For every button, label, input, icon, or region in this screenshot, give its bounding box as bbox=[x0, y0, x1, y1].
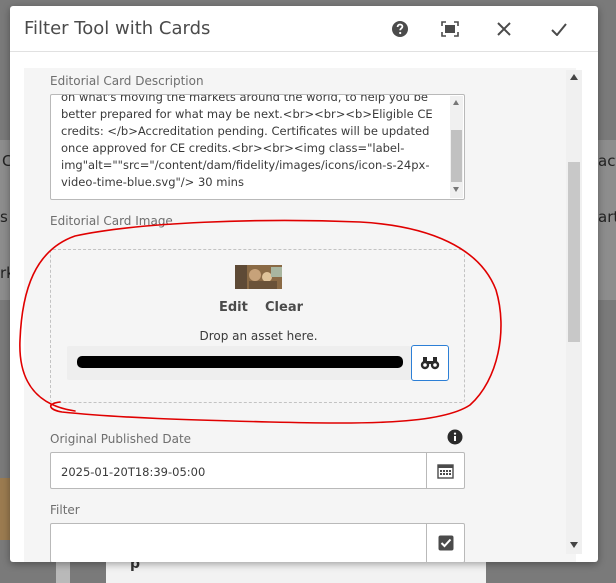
asset-path-input[interactable] bbox=[67, 346, 411, 380]
dialog-body: Editorial Card Description on what's mov… bbox=[24, 68, 576, 562]
dialog-title: Filter Tool with Cards bbox=[24, 18, 211, 39]
textarea-scroll-thumb[interactable] bbox=[451, 130, 462, 182]
edit-asset-button[interactable]: Edit bbox=[219, 300, 248, 315]
image-label: Editorial Card Image bbox=[50, 214, 173, 228]
published-date-info-button[interactable] bbox=[447, 429, 463, 449]
dialog-scroll-thumb[interactable] bbox=[568, 162, 580, 342]
dialog-header: Filter Tool with Cards bbox=[10, 6, 598, 52]
checkmark-icon bbox=[551, 22, 567, 36]
fullscreen-button[interactable] bbox=[436, 15, 464, 43]
binoculars-icon bbox=[420, 357, 440, 370]
close-button[interactable] bbox=[490, 15, 518, 43]
scroll-down-arrow-icon[interactable] bbox=[453, 187, 459, 192]
published-date-value: 2025-01-20T18:39-05:00 bbox=[61, 465, 206, 479]
published-date-input[interactable]: 2025-01-20T18:39-05:00 bbox=[50, 452, 427, 489]
textarea-scrollbar[interactable] bbox=[450, 96, 463, 198]
background-text-fragment: arte bbox=[598, 208, 616, 226]
image-dropzone[interactable]: Edit Clear Drop an asset here. bbox=[50, 249, 465, 403]
scroll-up-arrow-icon[interactable] bbox=[570, 74, 578, 80]
description-label: Editorial Card Description bbox=[50, 74, 204, 88]
clear-asset-button[interactable]: Clear bbox=[265, 300, 303, 315]
background-image bbox=[0, 478, 10, 540]
help-icon bbox=[392, 21, 408, 37]
scroll-down-arrow-icon[interactable] bbox=[570, 542, 578, 548]
asset-thumbnail bbox=[235, 265, 282, 289]
calendar-icon bbox=[437, 463, 454, 479]
help-button[interactable] bbox=[386, 15, 414, 43]
drop-hint: Drop an asset here. bbox=[199, 329, 318, 343]
description-text: on what's moving the markets around the … bbox=[61, 94, 433, 189]
close-icon bbox=[497, 22, 511, 36]
fullscreen-icon bbox=[441, 21, 459, 37]
dialog-scrollbar[interactable] bbox=[566, 70, 582, 554]
description-textarea[interactable]: on what's moving the markets around the … bbox=[50, 94, 465, 200]
dialog: Filter Tool with Cards Editorial Card De… bbox=[10, 6, 598, 562]
done-button[interactable] bbox=[545, 15, 573, 43]
checkbox-checked-icon bbox=[438, 535, 453, 551]
background-text-fragment: act bbox=[598, 152, 616, 170]
scroll-up-arrow-icon[interactable] bbox=[453, 100, 459, 105]
filter-input[interactable] bbox=[50, 523, 427, 562]
info-icon bbox=[447, 429, 463, 445]
published-date-label: Original Published Date bbox=[50, 432, 192, 446]
browse-assets-button[interactable] bbox=[411, 345, 449, 381]
filter-checkbox-button[interactable] bbox=[426, 523, 465, 562]
filter-label: Filter bbox=[50, 503, 80, 517]
redacted-path bbox=[77, 356, 403, 368]
background-text-fragment: s bbox=[0, 208, 8, 226]
calendar-button[interactable] bbox=[426, 452, 465, 489]
